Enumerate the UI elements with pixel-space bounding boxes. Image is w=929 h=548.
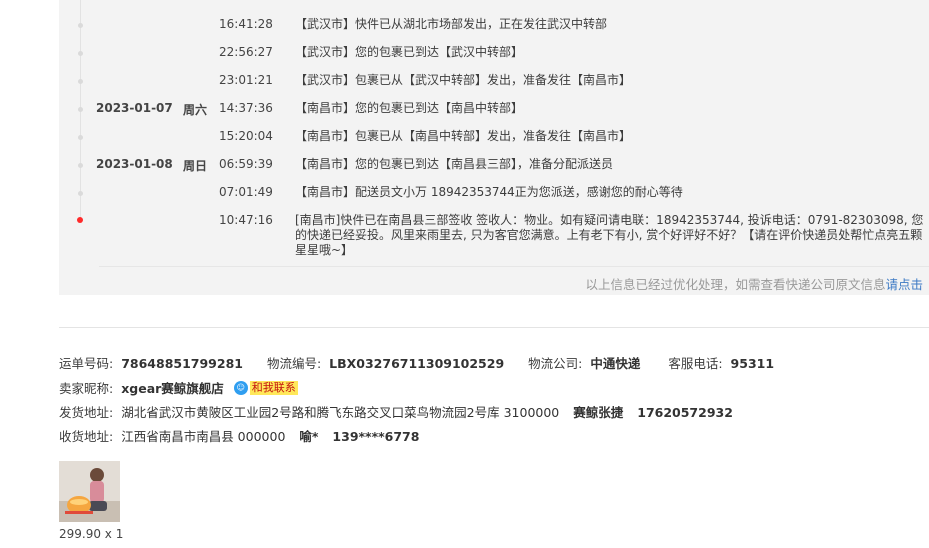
ship-address-line: 发货地址: 湖北省武汉市黄陂区工业园2号路和腾飞东路交叉口菜鸟物流园2号库 31… — [59, 402, 733, 421]
section-divider — [59, 327, 929, 328]
event-date: 2023-01-08 — [96, 157, 173, 171]
event-time: 06:59:39 — [219, 157, 273, 171]
seller-line: 卖家昵称: xgear赛鲸旗舰店 ☺ 和我联系 — [59, 378, 298, 397]
product-thumbnail[interactable] — [59, 461, 120, 522]
waybill-label: 运单号码: — [59, 356, 114, 371]
service-phone: 95311 — [730, 356, 775, 371]
waybill-number: 78648851799281 — [121, 356, 243, 371]
event-desc: 【南昌市】配送员文小万 18942353744正为您派送，感谢您的耐心等待 — [295, 185, 683, 199]
ship-address: 湖北省武汉市黄陂区工业园2号路和腾飞东路交叉口菜鸟物流园2号库 3100000 — [121, 405, 560, 420]
contact-seller-label: 和我联系 — [249, 380, 298, 395]
event-time: 15:20:04 — [219, 129, 273, 143]
price-quantity: 299.90 x 1 — [59, 527, 124, 541]
event-desc: 【南昌市】您的包裹已到达【南昌中转部】 — [295, 101, 524, 115]
contact-seller-button[interactable]: ☺ 和我联系 — [233, 380, 298, 395]
event-time: 16:41:28 — [219, 17, 273, 31]
event-date: 2023-01-07 — [96, 101, 173, 115]
chat-icon: ☺ — [233, 380, 248, 395]
receive-phone: 139****6778 — [332, 429, 420, 444]
logistics-label: 物流编号: — [266, 356, 322, 371]
event-desc: 【南昌市】包裹已从【南昌中转部】发出，准备发往【南昌市】 — [295, 129, 632, 143]
receive-address: 江西省南昌市南昌县 000000 — [121, 429, 286, 444]
event-desc: 【南昌市】您的包裹已到达【南昌县三部】，准备分配派送员 — [295, 157, 614, 171]
seller-label: 卖家昵称: — [59, 381, 114, 396]
service-phone-label: 客服电话: — [668, 356, 723, 371]
timeline-dot — [78, 107, 83, 112]
product-image-icon — [59, 461, 120, 522]
seller-name: xgear赛鲸旗舰店 — [121, 381, 224, 396]
timeline-dot — [78, 79, 83, 84]
panel-divider — [99, 266, 929, 267]
logistics-company: 中通快递 — [590, 356, 641, 371]
event-time: 14:37:36 — [219, 101, 273, 115]
waybill-line: 运单号码: 78648851799281 物流编号: LBX0327671130… — [59, 353, 774, 372]
timeline-dot — [78, 191, 83, 196]
view-original-link[interactable]: 请点击 — [885, 277, 923, 292]
event-desc: 【武汉市】您的包裹已到达【武汉中转部】 — [295, 45, 524, 59]
event-desc: 【武汉市】快件已从湖北市场部发出，正在发往武汉中转部 — [295, 17, 608, 31]
receive-address-label: 收货地址: — [59, 429, 114, 444]
timeline-dot — [78, 51, 83, 56]
event-time: 22:56:27 — [219, 45, 273, 59]
optimize-note: 以上信息已经过优化处理，如需查看快递公司原文信息请点击 — [585, 274, 923, 293]
company-label: 物流公司: — [528, 356, 583, 371]
tracking-panel: 16:41:28 【武汉市】快件已从湖北市场部发出，正在发往武汉中转部 22:5… — [59, 0, 929, 295]
timeline-dot — [78, 23, 83, 28]
timeline-dot-current — [77, 217, 83, 223]
ship-address-label: 发货地址: — [59, 405, 114, 420]
event-desc: [南昌市]快件已在南昌县三部签收 签收人：物业。如有疑问请电联：18942353… — [295, 213, 924, 257]
timeline-dot — [78, 135, 83, 140]
timeline-dot — [78, 163, 83, 168]
event-desc: 【武汉市】包裹已从【武汉中转部】发出，准备发往【南昌市】 — [295, 73, 632, 87]
ship-name: 赛鲸张捷 — [573, 405, 624, 420]
receive-name: 喻* — [299, 429, 319, 444]
optimize-note-text: 以上信息已经过优化处理，如需查看快递公司原文信息 — [585, 277, 886, 292]
receive-address-line: 收货地址: 江西省南昌市南昌县 000000 喻* 139****6778 — [59, 426, 419, 445]
event-time: 23:01:21 — [219, 73, 273, 87]
event-time: 10:47:16 — [219, 213, 273, 227]
event-weekday: 周日 — [183, 159, 208, 173]
ship-phone: 17620572932 — [637, 405, 733, 420]
event-time: 07:01:49 — [219, 185, 273, 199]
logistics-number: LBX03276711309102529 — [329, 356, 505, 371]
event-weekday: 周六 — [183, 103, 208, 117]
